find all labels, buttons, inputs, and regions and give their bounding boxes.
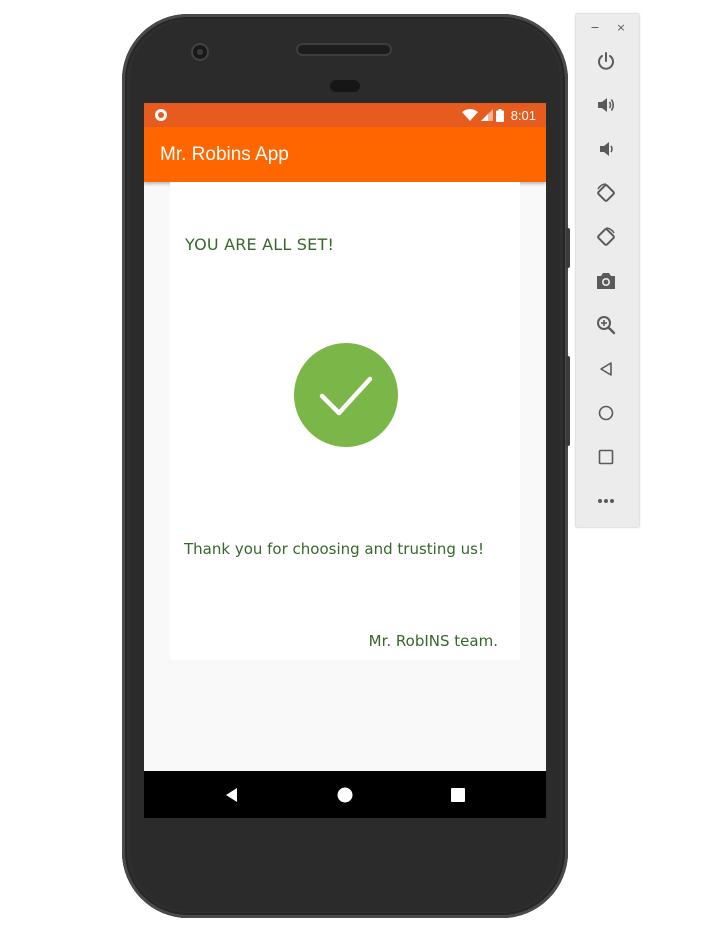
- notification-dot-icon: [155, 109, 167, 121]
- navigation-bar: [144, 771, 546, 818]
- minimize-button[interactable]: −: [588, 21, 602, 35]
- app-title: Mr. Robins App: [160, 144, 289, 165]
- zoom-icon: [597, 316, 616, 335]
- volume-up-button[interactable]: [592, 91, 620, 119]
- more-icon: [598, 499, 614, 503]
- power-icon: [598, 52, 614, 70]
- proximity-sensor: [330, 80, 360, 92]
- team-signature: Mr. RobINS team.: [368, 632, 498, 650]
- rotate-right-button[interactable]: [592, 223, 620, 251]
- status-bar: 8:01: [144, 103, 546, 127]
- status-icons: 8:01: [461, 103, 536, 127]
- volume-down-button[interactable]: [592, 135, 620, 163]
- home-button[interactable]: [592, 399, 620, 427]
- volume-down-icon: [600, 142, 613, 156]
- confirmation-heading: YOU ARE ALL SET!: [185, 235, 335, 254]
- device-screen: 8:01 Mr. Robins App YOU ARE ALL SET! Tha…: [144, 103, 546, 818]
- more-button[interactable]: [592, 487, 620, 515]
- nav-back-button[interactable]: [208, 771, 256, 818]
- front-camera: [193, 45, 207, 59]
- home-icon: [337, 787, 353, 802]
- app-bar: Mr. Robins App: [144, 127, 546, 182]
- confirmation-card: YOU ARE ALL SET! Thank you for choosing …: [170, 182, 520, 660]
- close-button[interactable]: ×: [614, 21, 628, 35]
- wifi-icon: [461, 109, 478, 121]
- overview-button[interactable]: [592, 443, 620, 471]
- back-button[interactable]: [592, 355, 620, 383]
- volume-side-button: [566, 356, 570, 446]
- power-button[interactable]: [592, 47, 620, 75]
- power-side-button: [566, 228, 570, 268]
- rotate-right-icon: [597, 227, 615, 246]
- battery-icon: [495, 108, 504, 122]
- screenshot-icon: [597, 273, 615, 289]
- nav-home-button[interactable]: [321, 771, 369, 818]
- earpiece-speaker: [298, 45, 390, 54]
- screenshot-button[interactable]: [592, 267, 620, 295]
- back-icon: [600, 362, 612, 376]
- status-time: 8:01: [510, 107, 536, 123]
- emulator-toolbar: − ×: [576, 14, 639, 527]
- home-icon: [598, 405, 614, 421]
- back-icon: [226, 787, 237, 802]
- cellular-signal-icon: [480, 109, 493, 121]
- thank-you-message: Thank you for choosing and trusting us!: [184, 540, 484, 558]
- rotate-left-icon: [597, 183, 615, 202]
- overview-icon: [598, 449, 614, 465]
- checkmark-circle-icon: [294, 343, 398, 447]
- toolbar-window-controls: − ×: [576, 21, 639, 35]
- volume-up-icon: [598, 98, 615, 112]
- rotate-left-button[interactable]: [592, 179, 620, 207]
- recents-icon: [451, 787, 465, 802]
- zoom-button[interactable]: [592, 311, 620, 339]
- nav-recents-button[interactable]: [434, 771, 482, 818]
